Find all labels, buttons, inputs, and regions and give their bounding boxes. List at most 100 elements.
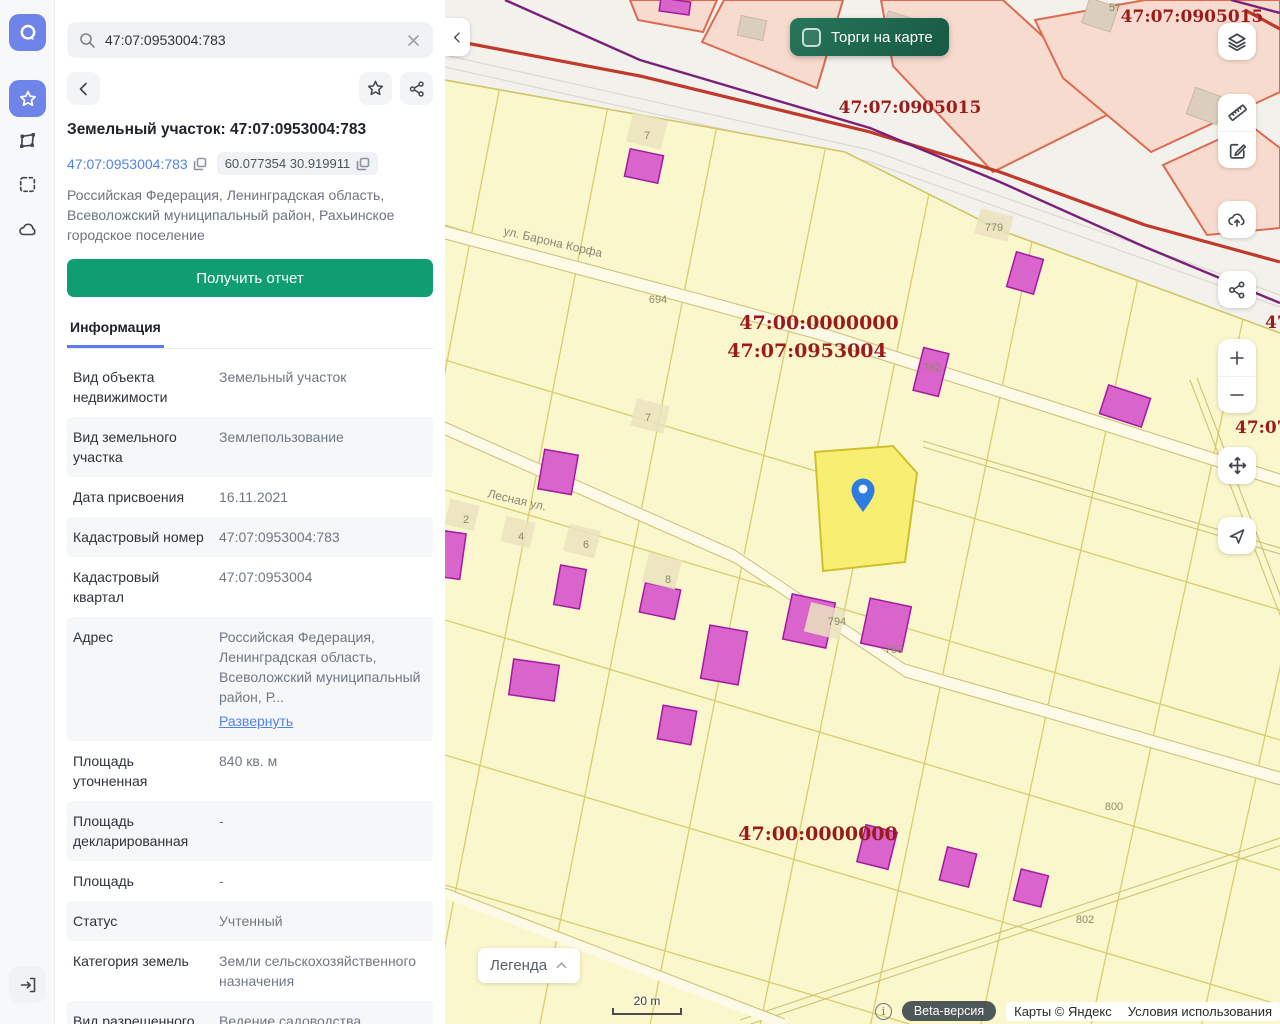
polygon-icon <box>20 133 35 148</box>
info-table: Вид объекта недвижимости Земельный участо… <box>67 357 433 1024</box>
share-map-button[interactable] <box>1218 271 1256 308</box>
legend-button[interactable]: Легенда <box>478 948 581 983</box>
info-row-label: Вид объекта недвижимости <box>73 369 168 405</box>
page-title: Земельный участок: 47:07:0953004:783 <box>67 121 367 138</box>
cloud-upload-icon <box>1228 212 1245 227</box>
info-row-value: 47:07:0953004 <box>219 569 313 585</box>
draw-button[interactable] <box>1218 131 1256 168</box>
cloud-icon <box>18 222 36 235</box>
terms-of-use-link[interactable]: Условия использования <box>1128 1004 1272 1019</box>
minus-icon <box>1230 394 1244 396</box>
clear-search-icon[interactable] <box>406 33 421 48</box>
info-row-label: Категория земель <box>73 953 189 969</box>
info-row-label: Кадастровый квартал <box>73 569 160 605</box>
info-row-label: Вид разрешенного <box>73 1013 195 1024</box>
maps-copyright-link[interactable]: Карты © Яндекс <box>1014 1004 1112 1019</box>
geolocation-control <box>1218 517 1256 554</box>
info-row-value: Земельный участок <box>219 369 347 385</box>
marquee-select-button[interactable] <box>9 166 46 203</box>
info-row: Площадь - <box>67 861 433 901</box>
star-icon <box>19 90 36 106</box>
map-canvas[interactable]: 47:07:0905015 47:07:0905015 47:00:0000000 4… <box>445 0 1280 1024</box>
cloud-button[interactable] <box>9 211 46 248</box>
identifier-chips: 47:07:0953004:783 60.077354 30.919911 <box>67 152 433 175</box>
share-icon <box>409 80 424 97</box>
info-row-value: 840 кв. м <box>219 753 278 769</box>
object-address: Российская Федерация, Ленинградская обла… <box>67 187 395 243</box>
info-row-value: Учтенный <box>219 913 283 929</box>
back-button[interactable] <box>67 72 100 105</box>
info-row: Кадастровый квартал 47:07:0953004 <box>67 557 433 617</box>
collapse-panel-button[interactable] <box>445 18 470 56</box>
copy-icon <box>193 157 206 170</box>
info-row: Вид объекта недвижимости Земельный участо… <box>67 357 433 417</box>
ruler-icon <box>1227 104 1247 121</box>
object-toolbar <box>67 72 433 105</box>
coordinates-chip: 60.077354 30.919911 <box>216 152 379 175</box>
chevron-left-icon <box>454 31 460 43</box>
tab-bar: Информация <box>67 313 433 349</box>
copy-icon[interactable] <box>356 157 370 171</box>
info-row-value: - <box>219 813 224 829</box>
info-row-label: Площадь <box>73 873 134 889</box>
search-icon <box>80 32 95 48</box>
info-row-value: Российская Федерация, Ленинградская обла… <box>219 629 421 731</box>
share-object-button[interactable] <box>400 72 433 105</box>
zoom-control <box>1218 339 1256 413</box>
share-icon <box>1228 280 1245 299</box>
sign-in-button[interactable] <box>9 966 46 1003</box>
info-row: Категория земель Земли сельскохозяйственн… <box>67 941 433 1001</box>
info-row-value: - <box>219 873 224 889</box>
torgi-map-toggle[interactable]: Торги на карте <box>790 18 949 56</box>
zoom-in-button[interactable] <box>1218 339 1256 376</box>
info-row-label: Дата присвоения <box>73 489 185 505</box>
measure-draw-control <box>1218 94 1256 168</box>
edit-icon <box>1229 143 1246 159</box>
pan-button[interactable] <box>1218 447 1256 484</box>
search-input[interactable] <box>105 32 397 48</box>
scale-label: 20 m <box>633 994 661 1008</box>
info-row: Статус Учтенный <box>67 901 433 941</box>
get-report-button[interactable]: Получить отчет <box>67 259 433 297</box>
search-bar <box>67 22 433 58</box>
info-row: Площадь декларированная - <box>67 801 433 861</box>
info-icon[interactable]: i <box>874 1002 892 1020</box>
info-row-value: Землепользование <box>219 429 344 445</box>
info-row-label: Статус <box>73 913 118 929</box>
star-icon <box>367 80 384 96</box>
favorites-button[interactable] <box>9 80 46 117</box>
map-attribution: i Beta-версия Карты © Яндекс Условия исп… <box>874 1001 1280 1021</box>
upload-button[interactable] <box>1218 201 1256 238</box>
selected-parcel-shape[interactable] <box>813 444 919 573</box>
info-row-value: 16.11.2021 <box>219 489 289 505</box>
chevron-left-icon <box>79 82 87 95</box>
info-row-value: 47:07:0953004:783 <box>219 529 340 545</box>
layers-icon <box>1228 32 1246 51</box>
info-row-label: Кадастровый номер <box>73 529 204 545</box>
info-row: Вид разрешенного Ведение садоводства <box>67 1001 433 1024</box>
info-row-value: Ведение садоводства <box>219 1013 362 1024</box>
tab-information[interactable]: Информация <box>67 313 164 348</box>
pan-control <box>1218 447 1256 484</box>
marquee-icon <box>19 176 36 193</box>
app-window: Земельный участок: 47:07:0953004:783 47:… <box>0 0 1280 1024</box>
ruler-button[interactable] <box>1218 94 1256 131</box>
sign-in-icon <box>20 977 35 992</box>
polygon-tool-button[interactable] <box>9 122 46 159</box>
plus-icon <box>1230 350 1244 365</box>
layers-button[interactable] <box>1218 23 1256 60</box>
scale-bar: 20 m <box>612 994 682 1015</box>
map-base-layer <box>445 0 1280 1024</box>
app-logo[interactable] <box>9 14 46 51</box>
chevron-up-icon <box>556 962 567 969</box>
zoom-out-button[interactable] <box>1218 376 1256 413</box>
torgi-checkbox[interactable] <box>802 27 821 47</box>
cadastral-number-link[interactable]: 47:07:0953004:783 <box>67 156 207 172</box>
favorite-object-button[interactable] <box>359 72 392 105</box>
upload-control <box>1218 201 1256 238</box>
expand-address-link[interactable]: Развернуть <box>219 711 293 731</box>
info-row-label: Площадь декларированная <box>73 813 189 849</box>
icon-rail <box>0 0 55 1024</box>
geolocation-button[interactable] <box>1218 517 1256 554</box>
info-row-label: Вид земельного участка <box>73 429 177 465</box>
